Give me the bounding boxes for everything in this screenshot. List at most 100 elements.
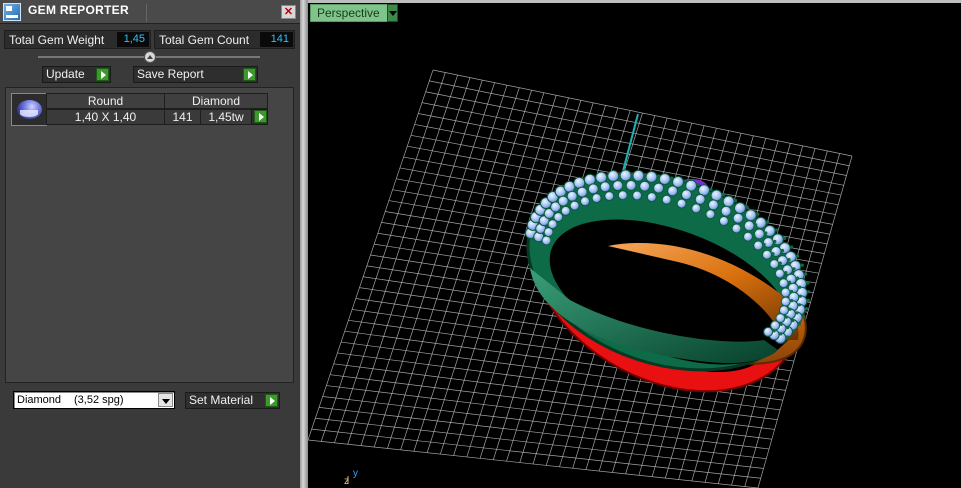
diamond-gem <box>580 196 590 207</box>
prong <box>798 294 802 298</box>
perspective-viewport[interactable]: y z Perspective <box>308 0 961 488</box>
prong <box>772 329 776 333</box>
chevron-down-icon[interactable] <box>158 393 173 407</box>
diamond-gem <box>541 235 552 246</box>
prong <box>691 192 695 196</box>
prong <box>622 183 626 187</box>
collapse-toggle-icon[interactable] <box>144 51 156 63</box>
prong <box>649 183 653 187</box>
prong <box>802 314 806 319</box>
view-selector[interactable]: Perspective <box>310 4 398 22</box>
prong <box>731 208 735 212</box>
diamond-gem <box>560 205 571 216</box>
prong <box>709 187 713 191</box>
prong <box>745 205 749 209</box>
prong <box>656 194 660 198</box>
diamond-gem <box>762 249 772 260</box>
set-material-button[interactable]: Set Material <box>185 392 280 409</box>
gem-row-expand-button[interactable] <box>251 109 268 125</box>
prong <box>683 179 687 183</box>
diamond-gem <box>743 220 755 232</box>
diamond-gem <box>557 195 569 207</box>
diamond-gem <box>604 191 615 202</box>
prong <box>775 228 779 232</box>
diamond-gem <box>731 223 742 234</box>
prong <box>671 197 675 201</box>
prong <box>766 220 770 224</box>
chevron-down-icon[interactable] <box>387 4 398 22</box>
prong <box>797 303 801 307</box>
prong <box>787 258 791 262</box>
prong <box>783 236 787 240</box>
prong <box>696 183 700 187</box>
prong <box>795 311 799 315</box>
prong <box>663 185 667 189</box>
diamond-gem <box>639 180 651 192</box>
panel-title-bar[interactable]: GEM REPORTER ✕ <box>0 0 300 24</box>
save-report-button-label: Save Report <box>137 67 204 81</box>
prong <box>686 201 690 205</box>
prong <box>785 335 789 339</box>
diamond-gem <box>753 228 765 240</box>
diamond-gem <box>653 182 665 194</box>
diamond-gem <box>718 216 729 226</box>
prong <box>743 215 747 219</box>
diamond-gem <box>780 287 791 298</box>
diamond-gem <box>774 268 785 279</box>
axis-z-label: z <box>344 476 349 487</box>
diamond-gem <box>707 199 719 211</box>
play-arrow-icon <box>254 110 267 123</box>
gem-reporter-app-icon <box>3 3 21 21</box>
total-gem-count: Total Gem Count 141 <box>154 30 295 49</box>
diamond-gem <box>587 183 599 195</box>
diamond-gem <box>710 189 723 202</box>
diamond-gem <box>661 194 672 205</box>
prong <box>721 192 726 197</box>
diamond-gem <box>694 193 706 205</box>
panel-splitter[interactable] <box>300 0 308 488</box>
axis-y-label: y <box>353 468 358 479</box>
diamond-gem <box>691 203 702 214</box>
diamond-gem <box>754 216 767 229</box>
prong <box>779 332 783 336</box>
grid-line <box>308 439 759 488</box>
diamond-gem <box>743 231 753 242</box>
diamond-gem <box>769 259 780 270</box>
save-report-button[interactable]: Save Report <box>133 66 258 83</box>
total-gem-count-label: Total Gem Count <box>159 33 250 47</box>
diamond-gem <box>681 189 692 201</box>
prong <box>754 223 758 227</box>
prong <box>798 285 802 289</box>
gem-count: 141 <box>164 109 201 125</box>
prong <box>752 234 756 238</box>
prong <box>771 252 775 256</box>
prong <box>807 290 811 294</box>
diamond-gem <box>617 190 628 201</box>
total-gem-weight-value: 1,45 <box>117 32 149 47</box>
prong <box>796 276 800 280</box>
diamond-gem <box>732 212 744 224</box>
set-material-button-label: Set Material <box>189 393 254 407</box>
prong <box>773 239 777 244</box>
prong <box>601 195 605 199</box>
update-button[interactable]: Update <box>42 66 111 83</box>
prong <box>800 263 804 267</box>
diamond-gem <box>612 180 624 192</box>
prong <box>790 245 794 249</box>
prong <box>553 229 557 233</box>
diamond-gem <box>744 209 757 222</box>
prong <box>791 319 795 323</box>
material-select-name: Diamond <box>17 394 62 406</box>
prong <box>806 298 810 302</box>
view-name: Perspective <box>317 6 380 20</box>
prong <box>788 280 792 284</box>
material-select[interactable]: Diamond (3,52 spg) <box>13 391 175 409</box>
close-icon[interactable]: ✕ <box>281 5 296 19</box>
gem-size: 1,40 X 1,40 <box>46 109 165 125</box>
prong <box>788 307 792 311</box>
diamond-gem <box>763 225 776 237</box>
prong <box>797 322 801 326</box>
diamond-gem <box>734 202 746 215</box>
3d-scene[interactable]: y z <box>308 0 961 488</box>
prong <box>780 248 785 253</box>
